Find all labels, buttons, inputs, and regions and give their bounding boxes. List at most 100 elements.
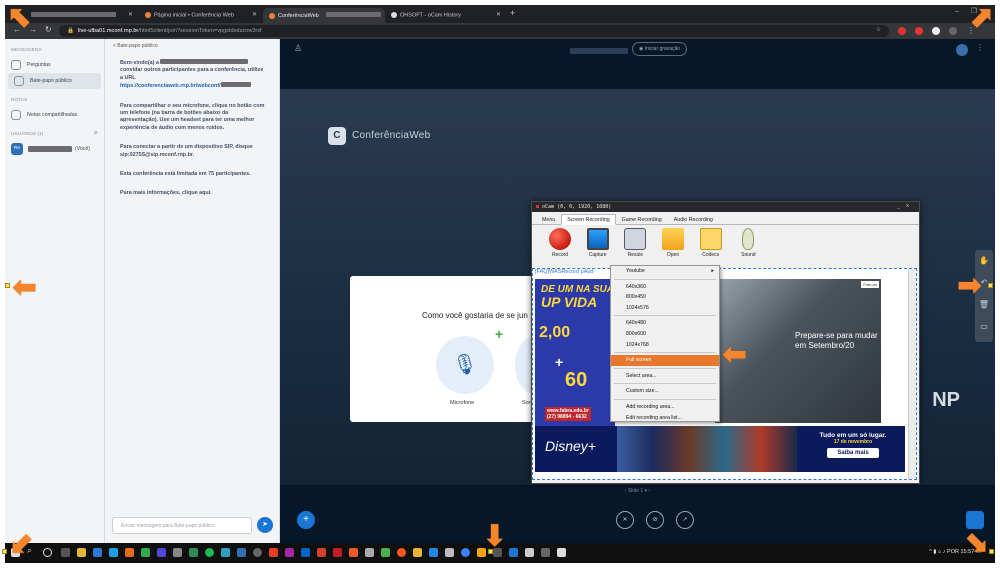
taskbar-app-icon[interactable] bbox=[429, 548, 438, 557]
taskbar-app-icon[interactable] bbox=[413, 548, 422, 557]
input-language[interactable]: POR bbox=[947, 549, 959, 555]
sidebar-item-public-chat[interactable]: Bate-papo público bbox=[8, 73, 101, 89]
start-recording-button[interactable]: ◉ Iniciar gravação bbox=[632, 42, 688, 56]
menu-item-800x600[interactable]: 800x600 bbox=[611, 329, 719, 340]
taskbar-app-icon[interactable] bbox=[157, 548, 166, 557]
actions-plus-button[interactable]: + bbox=[297, 511, 315, 529]
ocam-sound-button[interactable]: Sound bbox=[730, 228, 766, 258]
taskbar-app-icon[interactable] bbox=[285, 548, 294, 557]
profile-icon[interactable] bbox=[949, 27, 957, 35]
cortana-icon[interactable] bbox=[43, 548, 52, 557]
menu-item-full-screen[interactable]: Full screen bbox=[611, 355, 719, 366]
close-icon[interactable]: ✕ bbox=[496, 11, 501, 18]
invite-link[interactable]: https://conferenciaweb.rnp.br/webconf/ bbox=[120, 83, 221, 89]
user-row[interactable]: Re (Você) bbox=[5, 141, 104, 157]
tab-conferenciaweb[interactable]: ConferênciaWeb bbox=[263, 8, 385, 23]
ocam-capture-button[interactable]: Capture bbox=[580, 228, 616, 258]
disney-cta-button[interactable]: Saiba mais bbox=[827, 448, 879, 458]
taskbar-app-icon[interactable] bbox=[253, 548, 262, 557]
taskbar-app-icon[interactable] bbox=[269, 548, 278, 557]
taskbar-app-icon[interactable] bbox=[365, 548, 374, 557]
connection-status-icon[interactable] bbox=[956, 44, 968, 56]
tray-icons[interactable]: ^ ▮ ⌂ ♪ bbox=[929, 549, 947, 555]
ocam-window-controls[interactable]: _✕ bbox=[897, 203, 915, 209]
ocam-record-button[interactable]: Record bbox=[542, 228, 578, 258]
microphone-option-button[interactable]: 🎙 bbox=[436, 336, 494, 394]
taskbar-app-icon[interactable] bbox=[349, 548, 358, 557]
ocam-tab-audio-recording[interactable]: Audio Recording bbox=[668, 214, 719, 225]
extensions-puzzle-icon[interactable] bbox=[932, 27, 940, 35]
chat-header[interactable]: < Bate-papo público bbox=[105, 39, 279, 53]
menu-item-1024x576[interactable]: 1024x576 bbox=[611, 303, 719, 314]
gear-icon[interactable]: ⚙ bbox=[94, 131, 98, 136]
task-view-icon[interactable] bbox=[61, 548, 70, 557]
menu-item-add-recording-area[interactable]: Add recording area... bbox=[611, 402, 719, 413]
redacted-link-part bbox=[220, 82, 251, 88]
file-explorer-icon[interactable] bbox=[77, 548, 86, 557]
slide-selector[interactable]: Slide 1 bbox=[628, 488, 643, 494]
new-tab-button[interactable]: + bbox=[510, 8, 515, 18]
edge-icon[interactable] bbox=[109, 548, 118, 557]
multi-user-icon[interactable]: ▭ bbox=[975, 316, 993, 338]
scrollbar[interactable] bbox=[908, 269, 916, 479]
taskbar-app-icon[interactable] bbox=[525, 548, 534, 557]
tab-ocam-history[interactable]: OHSOFT - oCam History ✕ bbox=[385, 8, 505, 23]
taskbar-app-icon[interactable] bbox=[381, 548, 390, 557]
taskbar-app-icon[interactable] bbox=[557, 548, 566, 557]
chrome-icon[interactable] bbox=[141, 548, 150, 557]
menu-item-edit-recording-area-list[interactable]: Edit recording area list... bbox=[611, 413, 719, 424]
ocam-resize-button[interactable]: Resize bbox=[617, 228, 653, 258]
next-slide-icon[interactable]: › bbox=[648, 488, 650, 494]
options-kebab-icon[interactable]: ⋮ bbox=[976, 43, 984, 52]
close-icon[interactable]: ✕ bbox=[128, 11, 133, 18]
taskbar-app-icon[interactable] bbox=[461, 548, 470, 557]
chat-message-input[interactable]: Enviar mensagem para Bate-papo público bbox=[112, 517, 252, 534]
menu-item-select-area[interactable]: Select area... bbox=[611, 371, 719, 382]
extension-icon[interactable] bbox=[915, 27, 923, 35]
firefox-icon[interactable] bbox=[125, 548, 134, 557]
ocam-titlebar[interactable]: ■ oCam (0, 0, 1920, 1080) _✕ bbox=[532, 202, 919, 212]
menu-item-800x450[interactable]: 800x450 bbox=[611, 292, 719, 303]
address-bar[interactable]: 🔒 live-ufba01.mconf.rnp.br/html5client/jo… bbox=[59, 25, 889, 37]
menu-item-custom-size[interactable]: Custom size... bbox=[611, 386, 719, 397]
taskbar-app-icon[interactable] bbox=[301, 548, 310, 557]
bookmark-star-icon[interactable]: ☆ bbox=[876, 27, 881, 33]
send-icon[interactable]: ➤ bbox=[257, 517, 273, 533]
reload-icon[interactable]: ↻ bbox=[45, 25, 52, 34]
ocam-tab-screen-recording[interactable]: Screen Recording bbox=[561, 214, 616, 225]
sidebar-item-shared-notes[interactable]: Notas compartilhadas bbox=[5, 107, 104, 123]
user-icon[interactable]: ♙ bbox=[294, 43, 302, 54]
ocam-tab-game-recording[interactable]: Game Recording bbox=[616, 214, 668, 225]
taskbar-app-icon[interactable] bbox=[509, 548, 518, 557]
video-button[interactable]: ⊘ bbox=[646, 511, 664, 529]
ocam-tab-menu[interactable]: Menu bbox=[536, 214, 561, 225]
tab-pagina-inicial[interactable]: Página inicial • Conferência Web ✕ bbox=[139, 8, 261, 23]
toolbar-label: Capture bbox=[588, 252, 607, 258]
extension-icon[interactable] bbox=[898, 27, 906, 35]
screen-share-button[interactable]: ↗ bbox=[676, 511, 694, 529]
ocam-open-button[interactable]: Open bbox=[655, 228, 691, 258]
ocam-taskbar-icon[interactable] bbox=[541, 548, 550, 557]
ocam-codecs-button[interactable]: Codecs bbox=[693, 228, 729, 258]
taskbar-app-icon[interactable] bbox=[221, 548, 230, 557]
menu-item-youtube[interactable]: Youtube ▸ bbox=[611, 266, 719, 277]
taskbar-app-icon[interactable] bbox=[189, 548, 198, 557]
taskbar-app-icon[interactable] bbox=[317, 548, 326, 557]
spotify-icon[interactable] bbox=[205, 548, 214, 557]
sidebar-item-questions[interactable]: Perguntas bbox=[5, 57, 104, 73]
close-icon[interactable]: ✕ bbox=[252, 11, 257, 18]
menu-item-640x360[interactable]: 640x360 bbox=[611, 282, 719, 293]
taskbar-app-icon[interactable] bbox=[397, 548, 406, 557]
disney-advertisement[interactable]: Disney+ Tudo em um só lugar. 17 de novem… bbox=[535, 426, 905, 472]
taskbar-app-icon[interactable] bbox=[237, 548, 246, 557]
taskbar-app-icon[interactable] bbox=[333, 548, 342, 557]
menu-item-640x480[interactable]: 640x480 bbox=[611, 318, 719, 329]
mute-button[interactable]: ✕ bbox=[616, 511, 634, 529]
ocam-recording-area[interactable]: [FAQ]WASRecord pAud DE UM NA SUA UP VIDA… bbox=[532, 268, 917, 480]
taskbar-app-icon[interactable] bbox=[93, 548, 102, 557]
taskbar-app-icon[interactable] bbox=[173, 548, 182, 557]
fabra-advertisement[interactable]: DE UM NA SUA UP VIDA 2,00 + 60 www.fabra… bbox=[535, 279, 615, 429]
menu-item-1024x768[interactable]: 1024x768 bbox=[611, 340, 719, 351]
tab-redacted[interactable]: ✕ bbox=[25, 8, 137, 23]
taskbar-app-icon[interactable] bbox=[445, 548, 454, 557]
